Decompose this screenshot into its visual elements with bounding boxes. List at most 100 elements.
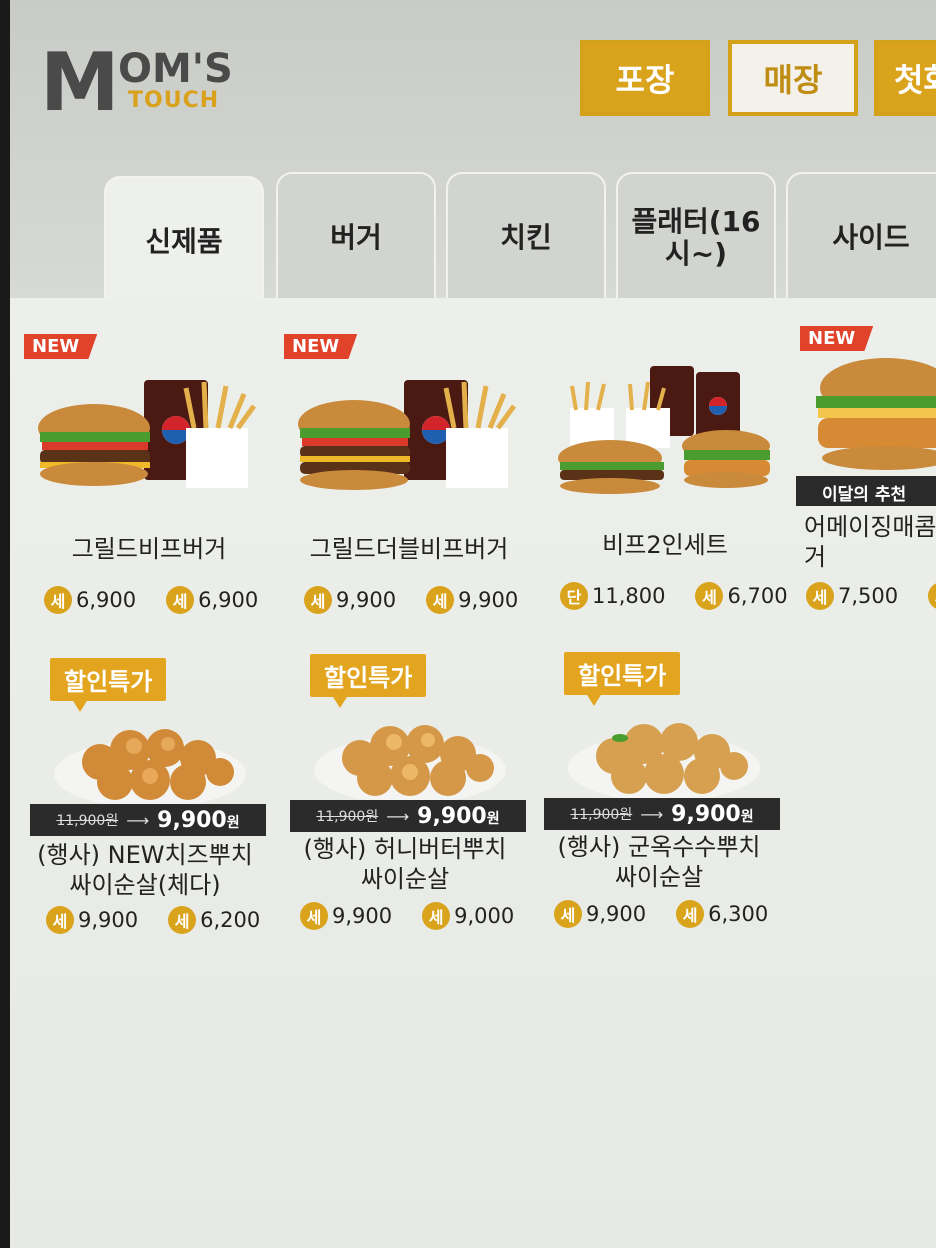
deal-name: (행사) 군옥수수뿌치 싸이순살 (557, 833, 761, 891)
price-value: 6,700 (727, 584, 788, 608)
tab-platter[interactable]: 플래터(16 시~) (616, 172, 776, 302)
tab-new-products[interactable]: 신제품 (104, 176, 264, 306)
won-unit: 원 (226, 814, 240, 831)
takeout-button[interactable]: 포장 (580, 40, 710, 116)
new-price-value: 9,900 (671, 801, 741, 827)
logo-m: M (40, 36, 120, 129)
won-unit: 원 (486, 810, 500, 827)
tab-burger[interactable]: 버거 (276, 172, 436, 302)
deal-prices: 세 9,900 세 9,000 (300, 902, 514, 930)
price-item: 세 6,700 (695, 582, 788, 610)
product-card[interactable]: 비프2인세트 단 11,800 세 6,700 (540, 334, 790, 634)
won-unit: 원 (740, 808, 754, 825)
burger-set-image (298, 380, 517, 490)
first-screen-button[interactable]: 첫화 (874, 40, 936, 116)
two-person-set-image (558, 366, 770, 494)
tab-chicken[interactable]: 치킨 (446, 172, 606, 302)
chicken-image (314, 725, 506, 804)
old-price: 11,900원 (570, 807, 633, 823)
price-item: 세 (928, 582, 936, 610)
deal-name: (행사) 허니버터뿌치 싸이순살 (303, 835, 507, 893)
price-tag-icon: 세 (554, 900, 582, 928)
chicken-image (568, 723, 760, 802)
price-item: 세 9,900 (46, 906, 138, 934)
product-card[interactable]: NEW 그릴드더블비프버거 세 9,900 세 9,900 (284, 334, 534, 634)
monthly-recommend-label: 이달의 추천 (796, 476, 936, 506)
old-price: 11,900원 (316, 809, 379, 825)
deal-prices: 세 9,900 세 6,300 (554, 900, 768, 928)
deal-card[interactable]: 할인특가 11,900원 ⟶ 9,900원 (행사) NEW치즈뿌치 싸이순살(… (20, 658, 270, 948)
product-name: 어메이징매콤 거 (804, 513, 936, 571)
moms-touch-logo: M OM'S TOUCH (40, 36, 270, 129)
new-price: 9,900원 (417, 804, 499, 829)
sale-badge: 할인특가 (50, 658, 167, 701)
price-item: 세 9,900 (426, 586, 518, 614)
price-tag-icon: 세 (695, 582, 724, 610)
price-tag-icon: 단 (560, 582, 588, 610)
arrow-right-icon: ⟶ (640, 804, 664, 824)
sale-badge: 할인특가 (310, 654, 427, 697)
product-card[interactable]: NEW 그릴드비프버거 세 6,900 세 6,900 (24, 334, 274, 634)
dinein-button[interactable]: 매장 (728, 40, 858, 116)
price-item: 세 6,200 (168, 906, 260, 934)
price-value: 9,900 (332, 904, 393, 928)
price-tag-icon: 세 (928, 582, 936, 610)
deal-card[interactable]: 할인특가 11,900원 ⟶ 9,900원 (행사) 군옥수수뿌치 싸이순살 세… (534, 652, 784, 942)
price-value: 11,800 (592, 584, 666, 608)
price-value: 6,900 (198, 588, 259, 612)
price-tag-icon: 세 (46, 906, 74, 934)
price-tag-icon: 세 (166, 586, 195, 614)
deal-name: (행사) NEW치즈뿌치 싸이순살(체다) (37, 841, 253, 899)
product-name: 그릴드비프버거 (71, 535, 227, 563)
logo-oms: OM'S (118, 46, 233, 92)
price-tag-icon: 세 (300, 902, 328, 930)
price-tag-icon: 세 (806, 582, 834, 610)
price-value: 9,900 (458, 588, 519, 612)
kiosk-screen: M OM'S TOUCH 포장 매장 첫화 신제품 버거 치킨 플래터(16 시… (10, 0, 936, 1248)
arrow-right-icon: ⟶ (386, 806, 410, 826)
new-price: 9,900원 (157, 808, 239, 833)
product-prices: 세7,500 세 (806, 582, 936, 610)
price-value: 6,200 (200, 908, 261, 932)
price-item: 세 9,000 (422, 902, 514, 930)
price-value: 9,000 (454, 904, 515, 928)
deal-prices: 세 9,900 세 6,200 (46, 906, 260, 934)
price-item: 세 9,900 (300, 902, 392, 930)
price-item: 세 6,300 (676, 900, 768, 928)
price-strike-bar: 11,900원 ⟶ 9,900원 (30, 804, 266, 836)
logo-touch: TOUCH (128, 88, 220, 113)
new-price-value: 9,900 (157, 807, 227, 833)
new-badge: NEW (284, 334, 358, 359)
price-item: 세 7,500 (806, 582, 898, 610)
price-tag-icon: 세 (426, 586, 455, 614)
arrow-right-icon: ⟶ (126, 810, 150, 830)
product-name: 그릴드더블비프버거 (309, 535, 509, 563)
price-value: 6,300 (708, 902, 769, 926)
menu-content: NEW 그릴드비프버거 세 6,900 세 6,900 NEW 그릴드더블비프버… (10, 298, 936, 1248)
price-value: 9,900 (78, 908, 139, 932)
sale-badge: 할인특가 (564, 652, 681, 695)
price-item: 세 6,900 (166, 586, 258, 614)
price-strike-bar: 11,900원 ⟶ 9,900원 (544, 798, 780, 830)
price-item: 세 6,900 (44, 586, 136, 614)
deal-card[interactable]: 할인특가 11,900원 ⟶ 9,900원 (행사) 허니버터뿌치 싸이순살 세… (280, 654, 530, 944)
price-value: 7,500 (838, 584, 899, 608)
price-value: 9,900 (336, 588, 397, 612)
price-strike-bar: 11,900원 ⟶ 9,900원 (290, 800, 526, 832)
new-price-value: 9,900 (417, 803, 487, 829)
product-prices: 단 11,800 세 6,700 (560, 582, 788, 610)
product-prices: 세 6,900 세 6,900 (44, 586, 258, 614)
price-value: 6,900 (76, 588, 137, 612)
tab-side[interactable]: 사이드 (786, 172, 936, 302)
product-prices: 세 9,900 세 9,900 (304, 586, 518, 614)
product-name: 비프2인세트 (602, 531, 728, 559)
price-tag-icon: 세 (422, 902, 451, 930)
price-tag-icon: 세 (676, 900, 705, 928)
price-tag-icon: 세 (304, 586, 332, 614)
burger-set-image (38, 380, 257, 488)
new-badge: NEW (24, 334, 98, 359)
price-tag-icon: 세 (44, 586, 72, 614)
price-tag-icon: 세 (168, 906, 197, 934)
price-item: 세 9,900 (304, 586, 396, 614)
price-item: 세 9,900 (554, 900, 646, 928)
